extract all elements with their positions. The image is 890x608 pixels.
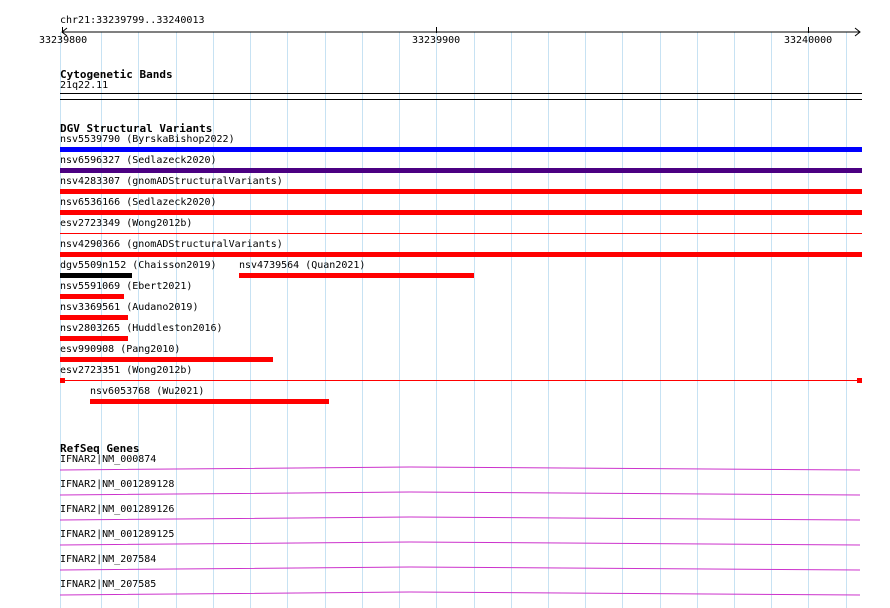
transcript-intron-line[interactable]: [59, 516, 861, 521]
genome-browser-panel: chr21:33239799..33240013 33239800 332399…: [0, 0, 890, 608]
transcript-intron-line[interactable]: [59, 491, 861, 496]
transcript-intron-line[interactable]: [59, 591, 861, 596]
transcript-intron-line[interactable]: [59, 566, 861, 571]
transcript-introns: [59, 466, 861, 596]
transcript-intron-line[interactable]: [59, 541, 861, 546]
transcript-intron-line[interactable]: [59, 466, 861, 471]
